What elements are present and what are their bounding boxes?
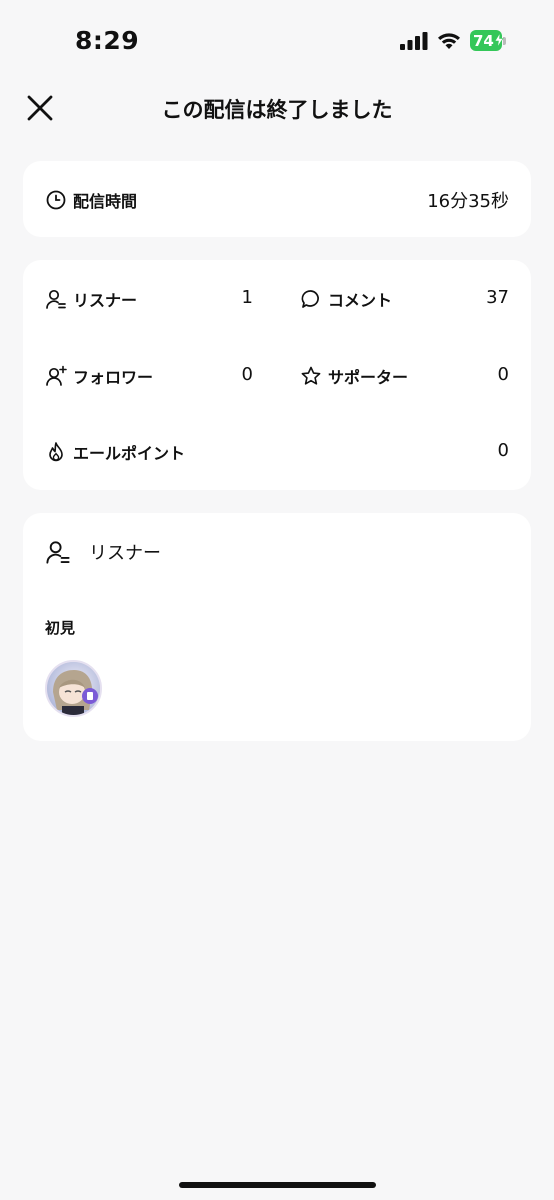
stat-comments: コメント xyxy=(300,287,392,311)
stat-yell-points-value: 0 xyxy=(497,440,509,461)
stat-listeners-label: リスナー xyxy=(73,291,138,310)
stat-supporters-value: 0 xyxy=(497,364,509,385)
star-icon xyxy=(301,366,321,385)
stat-comments-label: コメント xyxy=(328,291,393,310)
stat-listeners: リスナー xyxy=(45,287,137,311)
stat-listeners-value: 1 xyxy=(241,287,253,308)
listeners-card: リスナー 初見 xyxy=(23,513,531,741)
status-bar: 8:29 74 xyxy=(0,0,554,80)
stat-followers: フォロワー xyxy=(45,364,153,388)
stat-supporters-label: サポーター xyxy=(328,368,409,387)
stat-followers-label: フォロワー xyxy=(73,368,154,387)
charging-bolt-icon xyxy=(494,33,504,47)
stat-yell-points: エールポイント xyxy=(45,440,185,464)
stat-yell-points-label: エールポイント xyxy=(73,444,186,463)
listener-icon xyxy=(46,289,66,309)
screen: 8:29 74 この配信は終了しました 配信時間 16分35秒 リスナー 1 コ… xyxy=(0,0,554,1200)
battery-indicator: 74 xyxy=(470,30,508,51)
avatar-image xyxy=(47,662,100,715)
clock-icon xyxy=(46,190,66,210)
home-indicator[interactable] xyxy=(179,1182,376,1188)
wifi-icon xyxy=(438,33,460,49)
comment-icon xyxy=(301,290,319,308)
listener-avatar[interactable] xyxy=(45,660,102,717)
flame-icon xyxy=(49,442,63,462)
duration-label-row: 配信時間 xyxy=(45,188,137,212)
signal-icon xyxy=(400,31,428,50)
first-time-label: 初見 xyxy=(45,619,76,637)
listener-icon xyxy=(46,541,70,564)
duration-value: 16分35秒 xyxy=(427,191,509,212)
status-time: 8:29 xyxy=(75,26,140,55)
page-title: この配信は終了しました xyxy=(161,98,393,122)
listeners-section-title: リスナー xyxy=(45,539,161,565)
stat-comments-value: 37 xyxy=(486,287,509,308)
stat-followers-value: 0 xyxy=(241,364,253,385)
header: この配信は終了しました xyxy=(0,80,554,136)
listeners-section-title-text: リスナー xyxy=(89,543,161,564)
duration-card: 配信時間 16分35秒 xyxy=(23,161,531,237)
duration-label: 配信時間 xyxy=(73,192,138,211)
stats-card: リスナー 1 コメント 37 フォロワー 0 サポーター 0 エールポイント 0 xyxy=(23,260,531,490)
stat-supporters: サポーター xyxy=(300,364,408,388)
status-icons: 74 xyxy=(400,30,508,51)
add-follower-icon xyxy=(46,365,67,386)
